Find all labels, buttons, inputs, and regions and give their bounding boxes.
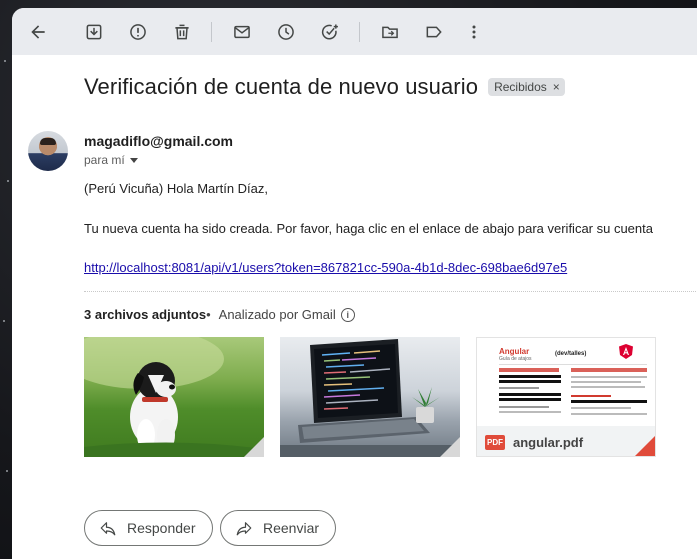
scanned-text: Analizado por Gmail bbox=[218, 307, 336, 322]
page-fold bbox=[244, 437, 264, 457]
mark-unread-icon bbox=[234, 25, 250, 39]
mark-unread-button[interactable] bbox=[228, 18, 256, 46]
delete-icon bbox=[175, 24, 189, 40]
snooze-button[interactable] bbox=[272, 18, 300, 46]
angular-logo-icon bbox=[619, 344, 633, 359]
email-view-panel: Verificación de cuenta de nuevo usuario … bbox=[12, 8, 697, 559]
move-to-folder-icon bbox=[382, 26, 398, 39]
label-button[interactable] bbox=[420, 18, 448, 46]
scanned-by-gmail: Analizado por Gmail i bbox=[219, 307, 355, 322]
remove-label-icon[interactable]: × bbox=[553, 80, 560, 94]
email-subject: Verificación de cuenta de nuevo usuario bbox=[84, 74, 479, 99]
more-options-button[interactable] bbox=[460, 18, 488, 46]
pdf-preview: Angular Guía de atajos (dev/talles) bbox=[477, 338, 655, 426]
pdf-filename: angular.pdf bbox=[513, 434, 584, 450]
forward-label: Reenviar bbox=[263, 520, 320, 536]
attachment-pdf-card[interactable]: Angular Guía de atajos (dev/talles) PDF bbox=[476, 337, 656, 457]
reply-label: Responder bbox=[127, 520, 196, 536]
snooze-icon bbox=[278, 24, 294, 40]
delete-button[interactable] bbox=[168, 18, 196, 46]
label-icon bbox=[426, 26, 442, 38]
email-toolbar bbox=[12, 8, 697, 55]
label-chip-text: Recibidos bbox=[494, 80, 547, 94]
archive-button[interactable] bbox=[80, 18, 108, 46]
more-vert-icon bbox=[472, 25, 476, 39]
toolbar-divider bbox=[359, 22, 360, 42]
verification-link[interactable]: http://localhost:8081/api/v1/users?token… bbox=[84, 260, 567, 275]
star bbox=[6, 470, 8, 472]
recipient-details-toggle[interactable]: para mí bbox=[84, 153, 138, 167]
report-spam-icon bbox=[130, 24, 146, 40]
pdf-preview-title: Angular bbox=[499, 347, 530, 356]
forward-arrow-icon bbox=[236, 522, 252, 536]
subject-row: Verificación de cuenta de nuevo usuario … bbox=[84, 74, 565, 100]
reply-button[interactable]: Responder bbox=[84, 510, 213, 546]
attachment-thumbnail-dog[interactable] bbox=[84, 337, 264, 457]
star bbox=[3, 320, 5, 322]
add-task-button[interactable] bbox=[316, 18, 344, 46]
email-message: Tu nueva cuenta ha sido creada. Por favo… bbox=[84, 221, 653, 236]
back-button[interactable] bbox=[24, 18, 52, 46]
inbox-label-chip[interactable]: Recibidos × bbox=[488, 78, 565, 96]
toolbar-divider bbox=[211, 22, 212, 42]
attachments-divider bbox=[84, 291, 697, 292]
pdf-footer: PDF angular.pdf bbox=[477, 426, 655, 456]
back-arrow-icon bbox=[31, 25, 45, 39]
attachments-count: 3 archivos adjuntos bbox=[84, 307, 207, 322]
pdf-file-icon: PDF bbox=[485, 434, 505, 450]
chevron-down-icon bbox=[129, 158, 138, 163]
archive-icon bbox=[86, 24, 102, 40]
attachment-thumbnail-laptop[interactable] bbox=[280, 337, 460, 457]
recipient-label: para mí bbox=[84, 153, 125, 167]
star bbox=[7, 180, 9, 182]
dog-photo bbox=[84, 337, 264, 457]
sender-email[interactable]: magadiflo@gmail.com bbox=[84, 133, 233, 149]
reply-arrow-icon bbox=[100, 522, 116, 536]
laptop-photo bbox=[280, 339, 460, 457]
pdf-preview-brand: (dev/talles) bbox=[555, 351, 587, 357]
pdf-preview-subtitle: Guía de atajos bbox=[499, 356, 532, 362]
bullet-separator: • bbox=[206, 307, 211, 322]
move-to-button[interactable] bbox=[376, 18, 404, 46]
forward-button[interactable]: Reenviar bbox=[220, 510, 337, 546]
pdf-corner-icon bbox=[635, 436, 655, 456]
report-spam-button[interactable] bbox=[124, 18, 152, 46]
attachments-header: 3 archivos adjuntos • Analizado por Gmai… bbox=[84, 307, 355, 322]
info-icon[interactable]: i bbox=[340, 307, 355, 322]
email-greeting: (Perú Vicuña) Hola Martín Díaz, bbox=[84, 181, 268, 196]
sender-avatar[interactable] bbox=[28, 131, 68, 171]
page-fold bbox=[440, 437, 460, 457]
star bbox=[4, 60, 6, 62]
add-task-icon bbox=[321, 24, 338, 40]
